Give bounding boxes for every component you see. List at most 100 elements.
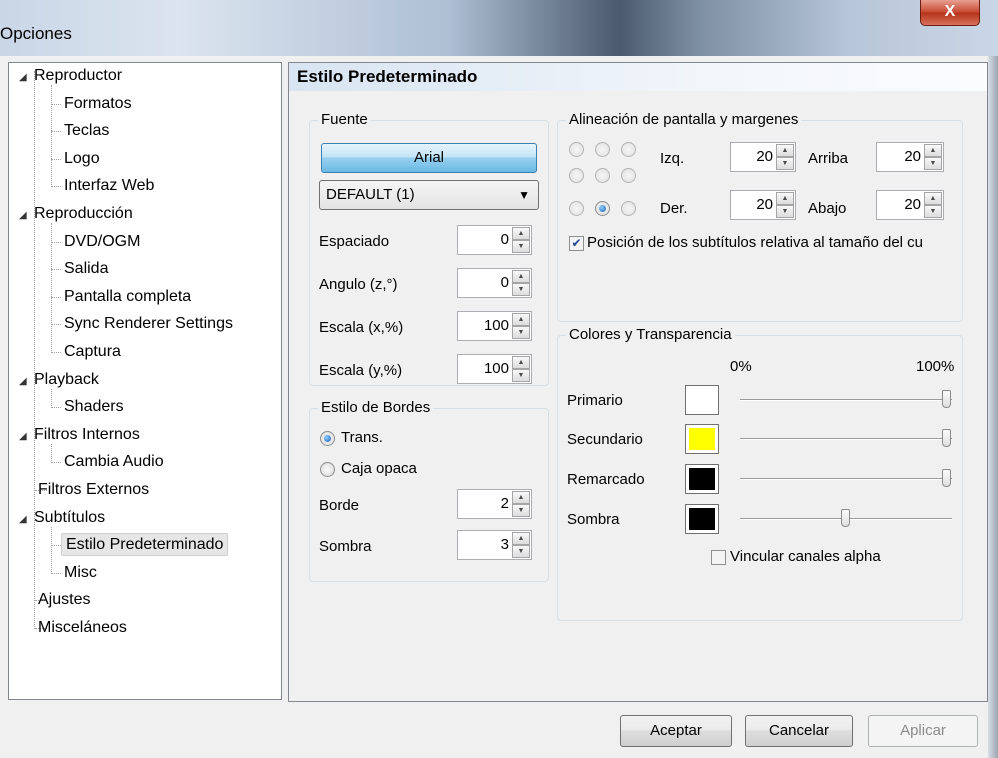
der-spinner[interactable]: 20 ▲ ▼	[730, 190, 796, 220]
remarcado-color-swatch[interactable]	[685, 464, 719, 494]
spin-down-icon[interactable]: ▼	[924, 205, 942, 218]
slider-thumb[interactable]	[942, 390, 951, 408]
caja-opaca-label[interactable]: Caja opaca	[341, 460, 417, 477]
arriba-spinner[interactable]: 20 ▲ ▼	[876, 142, 944, 172]
escala-y-spinner[interactable]: 100 ▲ ▼	[457, 354, 532, 384]
secundario-color-swatch[interactable]	[685, 424, 719, 454]
spin-up-icon[interactable]: ▲	[776, 192, 794, 205]
spin-down-icon[interactable]: ▼	[512, 504, 530, 517]
angulo-spinner[interactable]: 0 ▲ ▼	[457, 268, 532, 298]
tree-item-reproducción[interactable]: ◢ Reproducción	[19, 201, 136, 227]
relative-position-checkbox[interactable]: ✔	[569, 236, 584, 251]
expand-arrow-icon[interactable]: ◢	[19, 203, 31, 229]
tree-item-ajustes[interactable]: Ajustes	[35, 587, 93, 613]
charset-select[interactable]: DEFAULT (1) ▼	[319, 180, 539, 210]
caja-opaca-radio[interactable]	[320, 462, 335, 477]
spin-up-icon[interactable]: ▲	[512, 227, 530, 240]
spin-up-icon[interactable]: ▲	[924, 144, 942, 157]
escala-x-spinner[interactable]: 100 ▲ ▼	[457, 311, 532, 341]
tree-item-pantalla-completa[interactable]: Pantalla completa	[61, 284, 194, 310]
spin-down-icon[interactable]: ▼	[776, 157, 794, 170]
ok-button[interactable]: Aceptar	[620, 715, 732, 747]
tree-item-misc[interactable]: Misc	[61, 560, 100, 586]
align-top-right-radio[interactable]	[621, 142, 636, 157]
sombra-alpha-slider[interactable]	[740, 508, 952, 530]
spin-up-icon[interactable]: ▲	[776, 144, 794, 157]
izq-spinner[interactable]: 20 ▲ ▼	[730, 142, 796, 172]
tree-item-filtros-externos[interactable]: Filtros Externos	[35, 477, 152, 503]
borde-spinner[interactable]: 2 ▲ ▼	[457, 489, 532, 519]
arriba-label: Arriba	[808, 150, 849, 167]
align-bottom-right-radio[interactable]	[621, 201, 636, 216]
close-button[interactable]: X	[920, 0, 980, 26]
tree-item-estilo-predeterminado[interactable]: Estilo Predeterminado	[61, 532, 229, 558]
align-top-center-radio[interactable]	[595, 142, 610, 157]
tree-item-logo[interactable]: Logo	[61, 146, 103, 172]
cancel-button[interactable]: Cancelar	[745, 715, 853, 747]
slider-thumb[interactable]	[942, 469, 951, 487]
sombra-value: 3	[500, 536, 509, 553]
tree-item-shaders[interactable]: Shaders	[61, 394, 127, 420]
link-alpha-checkbox[interactable]	[711, 550, 726, 565]
expand-arrow-icon[interactable]: ◢	[19, 424, 31, 450]
align-middle-center-radio[interactable]	[595, 168, 610, 183]
spin-down-icon[interactable]: ▼	[512, 326, 530, 339]
spin-up-icon[interactable]: ▲	[512, 270, 530, 283]
spin-down-icon[interactable]: ▼	[512, 283, 530, 296]
tree-connector-line	[51, 223, 52, 353]
expand-arrow-icon[interactable]: ◢	[19, 369, 31, 395]
expand-arrow-icon[interactable]: ◢	[19, 65, 31, 91]
tree-item-filtros-internos[interactable]: ◢ Filtros Internos	[19, 422, 143, 448]
sombra-color-swatch[interactable]	[685, 504, 719, 534]
tree-item-salida[interactable]: Salida	[61, 256, 111, 282]
espaciado-value: 0	[500, 231, 509, 248]
tree-item-cambia-audio[interactable]: Cambia Audio	[61, 449, 167, 475]
trans-label[interactable]: Trans.	[341, 429, 383, 446]
tree-item-misceláneos[interactable]: Misceláneos	[35, 615, 130, 641]
slider-thumb[interactable]	[942, 429, 951, 447]
link-alpha-label[interactable]: Vincular canales alpha	[730, 548, 881, 565]
spin-up-icon[interactable]: ▲	[512, 532, 530, 545]
tree-item-playback[interactable]: ◢ Playback	[19, 367, 102, 393]
relative-position-label[interactable]: Posición de los subtítulos relativa al t…	[587, 234, 959, 251]
apply-button[interactable]: Aplicar	[868, 715, 978, 747]
options-tree[interactable]: ◢ Reproductor Formatos Teclas Logo Interfaz W…	[8, 62, 282, 700]
spin-up-icon[interactable]: ▲	[512, 313, 530, 326]
spin-down-icon[interactable]: ▼	[776, 205, 794, 218]
font-button[interactable]: Arial	[321, 143, 537, 173]
align-bottom-center-radio[interactable]	[595, 201, 610, 216]
tree-item-dvd-ogm[interactable]: DVD/OGM	[61, 229, 143, 255]
slider-thumb[interactable]	[841, 509, 850, 527]
tree-item-teclas[interactable]: Teclas	[61, 118, 112, 144]
tree-item-captura[interactable]: Captura	[61, 339, 124, 365]
trans-radio[interactable]	[320, 431, 335, 446]
align-bottom-left-radio[interactable]	[569, 201, 584, 216]
expand-arrow-icon[interactable]: ◢	[19, 507, 31, 533]
primario-color-swatch[interactable]	[685, 385, 719, 415]
remarcado-alpha-slider[interactable]	[740, 468, 952, 490]
spin-up-icon[interactable]: ▲	[512, 356, 530, 369]
spin-down-icon[interactable]: ▼	[512, 240, 530, 253]
primario-alpha-slider[interactable]	[740, 389, 952, 411]
spin-down-icon[interactable]: ▼	[512, 545, 530, 558]
sombra-spinner[interactable]: 3 ▲ ▼	[457, 530, 532, 560]
tree-item-subtítulos[interactable]: ◢ Subtítulos	[19, 505, 108, 531]
align-middle-right-radio[interactable]	[621, 168, 636, 183]
abajo-spinner[interactable]: 20 ▲ ▼	[876, 190, 944, 220]
tree-connector-line	[51, 462, 61, 464]
spin-down-icon[interactable]: ▼	[924, 157, 942, 170]
tree-item-formatos[interactable]: Formatos	[61, 91, 135, 117]
espaciado-label: Espaciado	[319, 233, 390, 250]
tree-item-interfaz-web[interactable]: Interfaz Web	[61, 173, 157, 199]
charset-value: DEFAULT (1)	[326, 186, 415, 203]
spin-up-icon[interactable]: ▲	[924, 192, 942, 205]
spin-up-icon[interactable]: ▲	[512, 491, 530, 504]
espaciado-spinner[interactable]: 0 ▲ ▼	[457, 225, 532, 255]
alineacion-group: Alineación de pantalla y margenes Izq. 2…	[557, 111, 963, 322]
align-top-left-radio[interactable]	[569, 142, 584, 157]
align-middle-left-radio[interactable]	[569, 168, 584, 183]
secundario-alpha-slider[interactable]	[740, 428, 952, 450]
spin-down-icon[interactable]: ▼	[512, 369, 530, 382]
tree-item-sync-renderer-settings[interactable]: Sync Renderer Settings	[61, 311, 236, 337]
tree-item-label: Logo	[64, 149, 100, 167]
